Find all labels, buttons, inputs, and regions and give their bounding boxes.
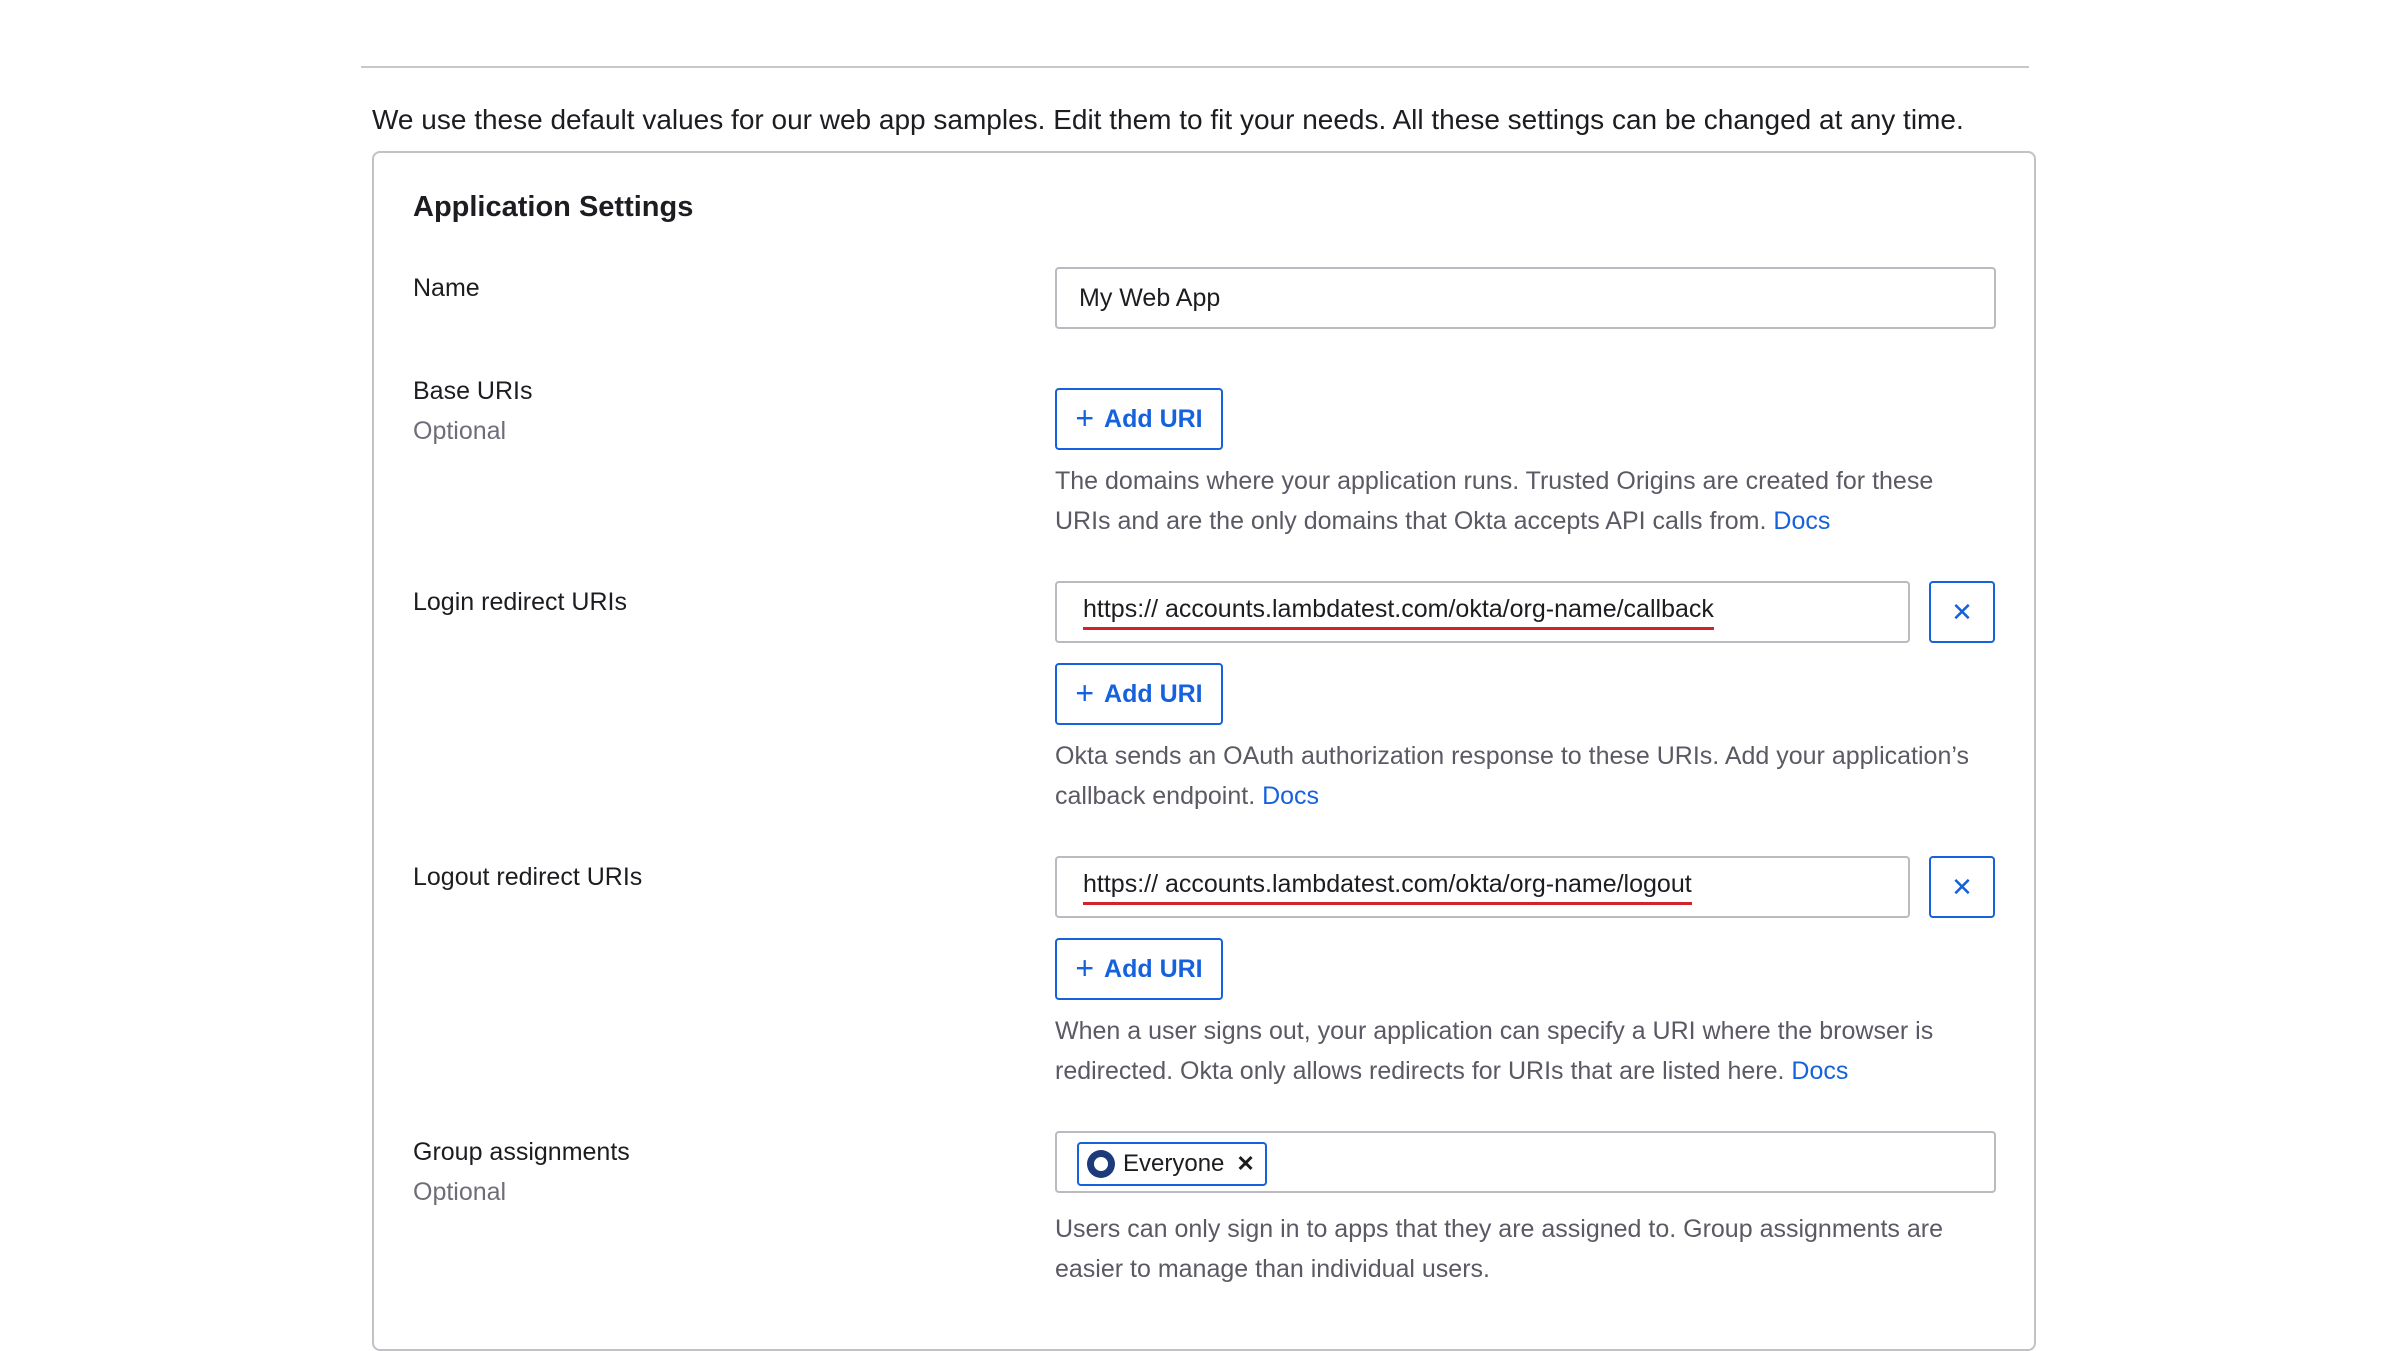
logout-redirect-scheme: https:// [1083,869,1159,898]
logout-redirect-path: accounts.lambdatest.com/okta/org-name/lo… [1165,869,1692,898]
login-redirect-value: https:// accounts.lambdatest.com/okta/or… [1083,595,1714,630]
login-redirect-help: Okta sends an OAuth authorization respon… [1055,736,1995,816]
close-icon: ✕ [1951,871,1973,902]
logout-redirect-input[interactable]: https:// accounts.lambdatest.com/okta/or… [1055,856,1910,918]
add-uri-label: Add URI [1104,954,1203,983]
close-icon: ✕ [1951,596,1973,627]
plus-icon: + [1075,674,1095,711]
base-uris-optional: Optional [413,417,507,445]
logout-redirect-value: https:// accounts.lambdatest.com/okta/or… [1083,870,1692,905]
logout-redirect-docs-link[interactable]: Docs [1791,1057,1848,1085]
base-uris-label: Base URIs [413,377,533,405]
add-logout-redirect-uri-button[interactable]: + Add URI [1055,938,1223,1000]
add-login-redirect-uri-button[interactable]: + Add URI [1055,663,1223,725]
remove-chip-icon[interactable]: ✕ [1236,1151,1254,1177]
group-chip-label: Everyone [1123,1150,1225,1177]
add-base-uri-button[interactable]: + Add URI [1055,388,1223,450]
login-redirect-path: accounts.lambdatest.com/okta/org-name/ca… [1165,594,1714,623]
group-assignments-optional: Optional [413,1178,507,1206]
group-assignments-label: Group assignments [413,1138,630,1166]
plus-icon: + [1075,399,1095,436]
name-input-value: My Web App [1079,283,1221,312]
name-label: Name [413,274,480,302]
login-redirect-docs-link[interactable]: Docs [1262,782,1319,810]
remove-logout-redirect-button[interactable]: ✕ [1929,856,1995,918]
login-redirect-scheme: https:// [1083,594,1159,623]
name-input[interactable]: My Web App [1055,267,1996,329]
group-icon [1087,1150,1115,1178]
add-uri-label: Add URI [1104,404,1203,433]
remove-login-redirect-button[interactable]: ✕ [1929,581,1995,643]
login-redirect-help-text: Okta sends an OAuth authorization respon… [1055,742,1969,810]
base-uris-docs-link[interactable]: Docs [1773,507,1830,535]
logout-redirect-help: When a user signs out, your application … [1055,1011,1995,1091]
section-divider [361,66,2029,68]
group-assignments-help: Users can only sign in to apps that they… [1055,1215,1943,1283]
login-redirect-input[interactable]: https:// accounts.lambdatest.com/okta/or… [1055,581,1910,643]
add-uri-label: Add URI [1104,679,1203,708]
intro-text: We use these default values for our web … [372,104,1964,135]
group-chip-everyone[interactable]: Everyone ✕ [1077,1142,1267,1186]
base-uris-help: The domains where your application runs.… [1055,461,1995,541]
plus-icon: + [1075,949,1095,986]
card-title: Application Settings [413,191,694,223]
logout-redirect-label: Logout redirect URIs [413,863,643,891]
login-redirect-label: Login redirect URIs [413,588,627,616]
